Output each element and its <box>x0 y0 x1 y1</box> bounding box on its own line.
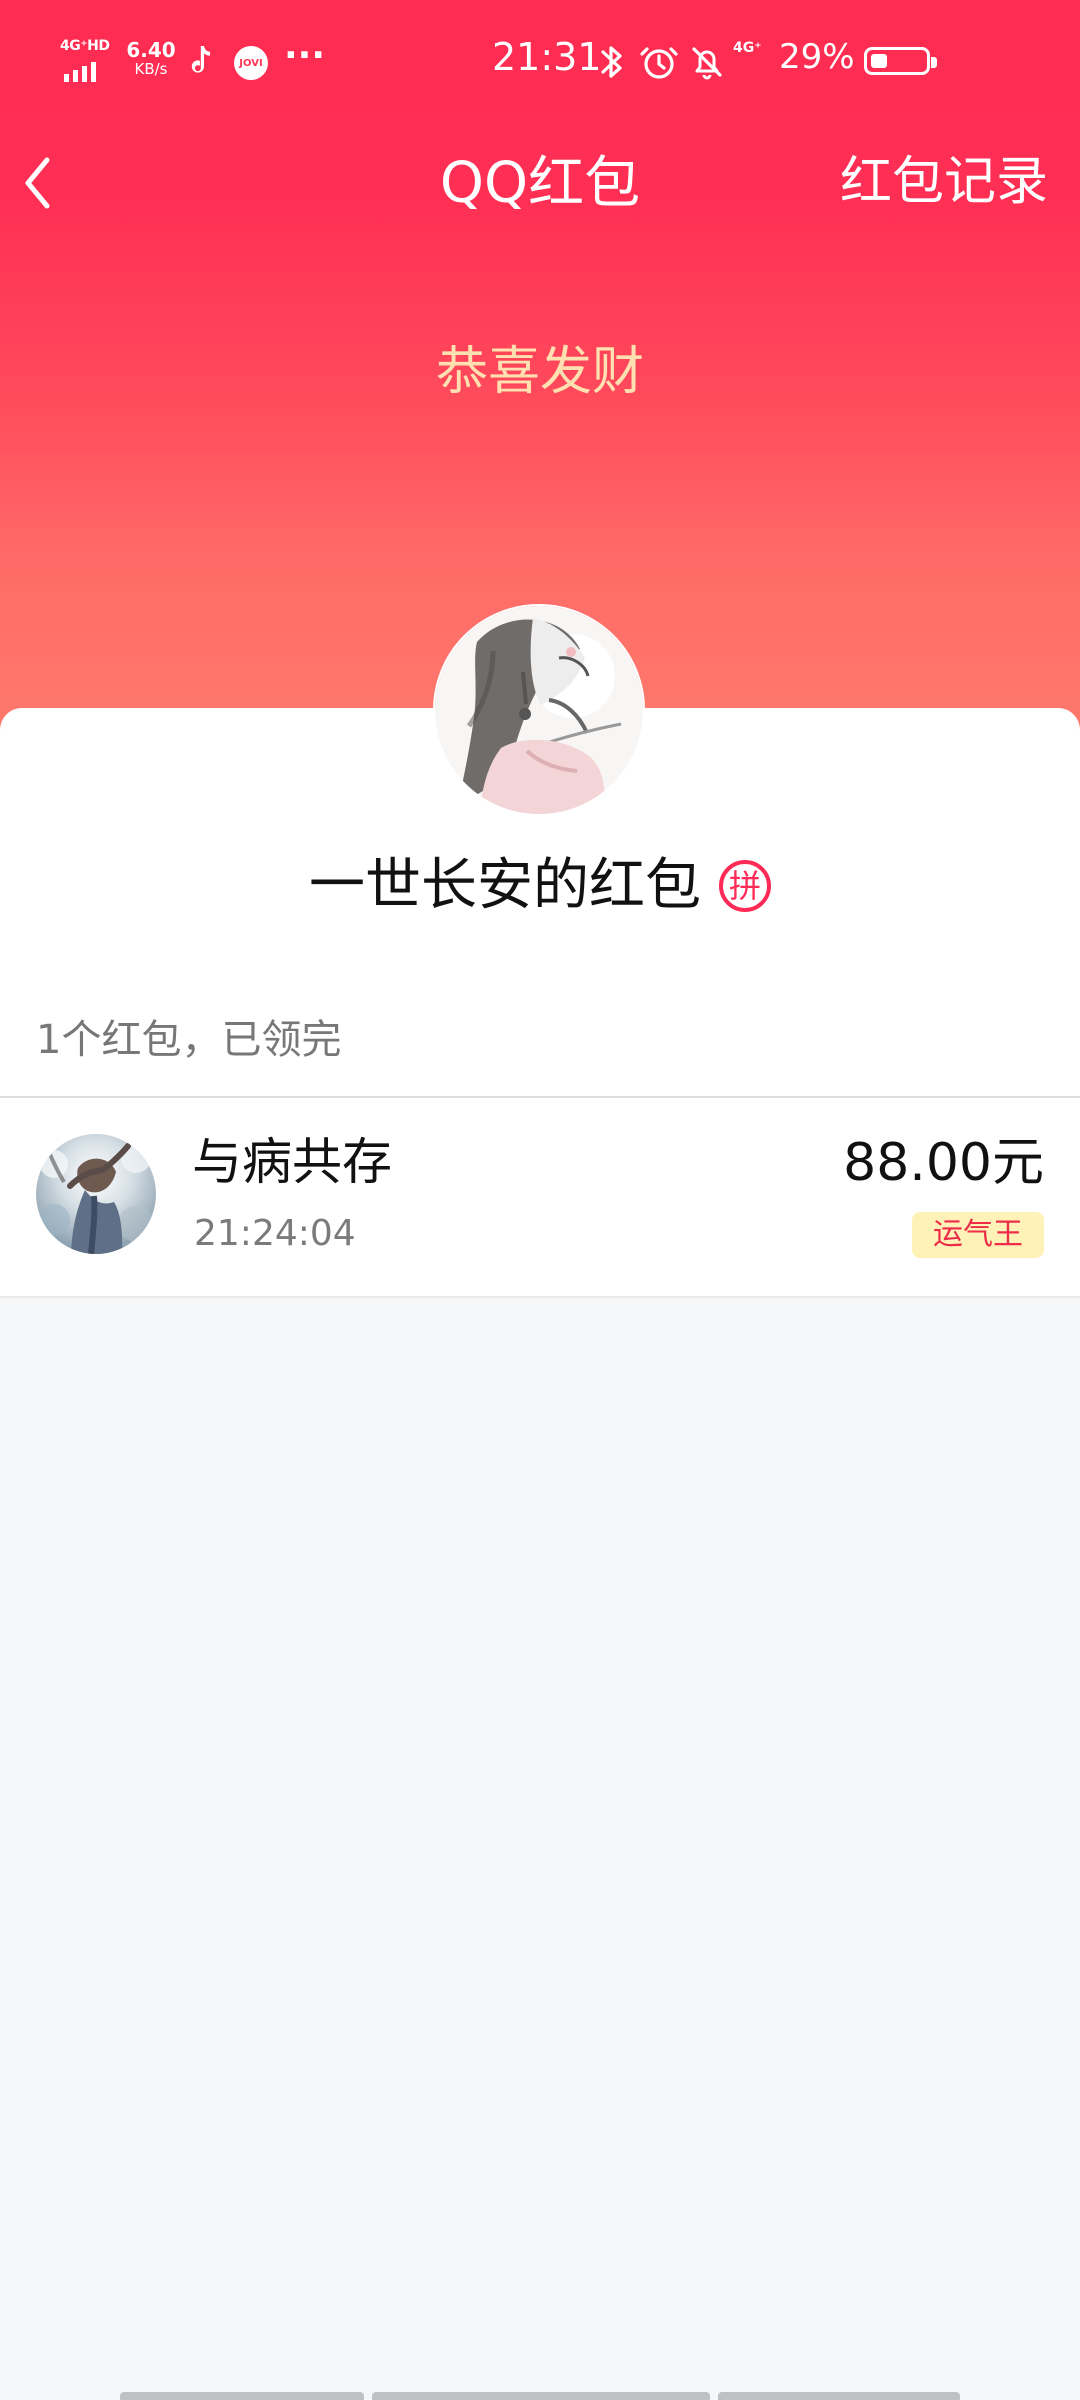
battery-icon <box>864 47 937 75</box>
recipient-name: 与病共存 <box>192 1133 392 1191</box>
battery-level <box>871 54 887 68</box>
luckiest-badge: 运气王 <box>912 1212 1044 1258</box>
network-label: 4G⁺HD <box>60 38 110 54</box>
bluetooth-icon <box>601 46 622 78</box>
gesture-handle-right[interactable] <box>718 2392 960 2400</box>
network-speed: 6.40 KB/s <box>126 40 176 77</box>
battery-percent: 29% <box>779 37 855 77</box>
status-time: 21:31 <box>492 35 602 79</box>
sender-envelope-title: 一世长安的红包拼 <box>0 850 1080 922</box>
sender-avatar[interactable] <box>433 604 645 816</box>
envelope-summary: 1个红包，已领完 <box>36 1017 342 1063</box>
bell-off-icon <box>692 47 722 80</box>
gesture-handle-left[interactable] <box>120 2392 364 2400</box>
alarm-icon <box>640 47 678 79</box>
network-indicator: 4G⁺HD <box>58 38 118 82</box>
blessing-text: 恭喜发财 <box>435 342 644 402</box>
more-icon: ··· <box>284 35 326 76</box>
status-bar: 4G⁺HD 6.40 KB/s JOVI ··· 21:31 4G⁺ 29% <box>0 0 1080 124</box>
sender-envelope-name: 一世长安的红包 <box>309 853 701 918</box>
tiktok-icon <box>191 46 210 73</box>
network-speed-value: 6.40 <box>126 38 176 62</box>
jovi-icon: JOVI <box>234 46 268 80</box>
gesture-handle-center[interactable] <box>372 2392 710 2400</box>
red-envelope-record-link[interactable]: 红包记录 <box>840 150 1048 214</box>
gesture-navigation-bar[interactable] <box>120 2392 960 2400</box>
secondary-network-label: 4G⁺ <box>733 40 762 56</box>
recipient-time: 21:24:04 <box>194 1213 356 1254</box>
secondary-network-indicator: 4G⁺ <box>733 40 777 80</box>
recipient-amount: 88.00元 <box>843 1133 1044 1193</box>
recipient-row[interactable]: 与病共存 21:24:04 88.00元 运气王 <box>0 1098 1080 1296</box>
pin-badge: 拼 <box>719 859 771 912</box>
empty-list-area <box>0 1298 1080 2400</box>
network-speed-unit: KB/s <box>134 60 168 78</box>
recipient-avatar[interactable] <box>36 1134 156 1254</box>
signal-icon <box>64 62 96 82</box>
